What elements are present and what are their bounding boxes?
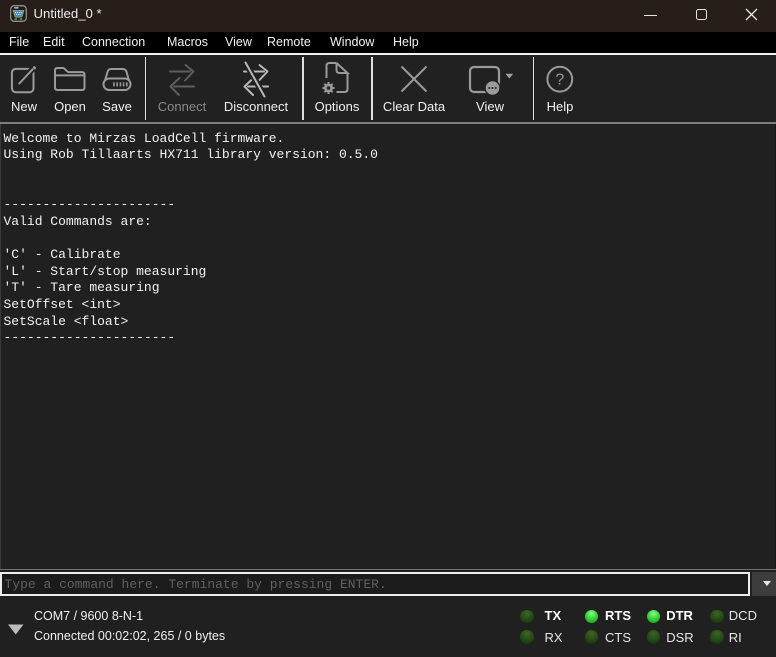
svg-text:?: ? [555,72,564,89]
